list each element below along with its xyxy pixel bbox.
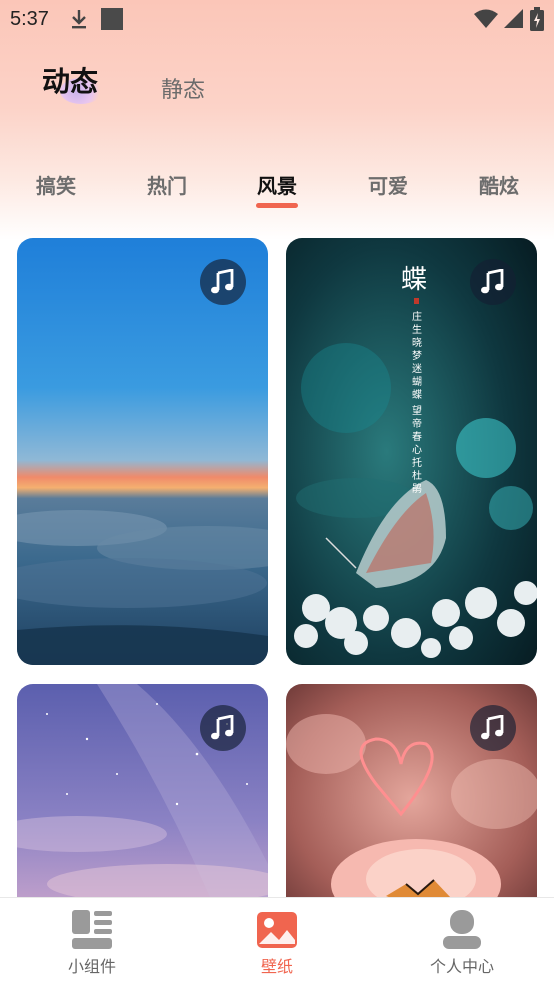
svg-text:生: 生	[412, 323, 422, 336]
music-badge	[470, 705, 516, 751]
nav-item-wallpaper[interactable]: 壁纸	[185, 898, 369, 984]
active-category-indicator	[256, 203, 298, 208]
svg-text:鹃: 鹃	[412, 482, 422, 495]
calligraphy-title: 蝶	[401, 265, 427, 295]
music-note-icon	[481, 269, 504, 294]
tab-static[interactable]: 静态	[161, 72, 205, 104]
nav-item-widgets[interactable]: 小组件	[0, 898, 184, 984]
wallpaper-card-rose-heart[interactable]	[286, 684, 537, 914]
category-tab-cool[interactable]: 酷炫	[454, 170, 544, 199]
bottom-navigation: 小组件 壁纸 个人中心	[0, 897, 554, 984]
svg-text:梦: 梦	[412, 350, 422, 362]
nav-item-profile[interactable]: 个人中心	[370, 898, 554, 984]
image-icon	[257, 912, 297, 948]
category-tabs: 搞笑 热门 风景 可爱 酷炫	[0, 170, 554, 210]
wallpaper-card-starry-sky[interactable]	[17, 684, 268, 914]
svg-text:帝: 帝	[412, 417, 422, 430]
nav-label-widgets: 小组件	[67, 957, 116, 976]
svg-text:望: 望	[412, 404, 422, 417]
widgets-icon	[72, 910, 112, 949]
battery-charging-icon	[530, 7, 544, 31]
category-tab-scenery[interactable]: 风景	[232, 170, 322, 199]
square-notification-icon	[100, 8, 123, 30]
nav-label-profile: 个人中心	[429, 957, 494, 976]
category-tab-funny[interactable]: 搞笑	[11, 170, 101, 199]
svg-text:春: 春	[412, 431, 422, 443]
music-badge	[200, 705, 246, 751]
signal-icon	[504, 9, 523, 28]
svg-text:托: 托	[412, 456, 422, 469]
music-note-icon	[211, 269, 234, 294]
download-icon	[71, 10, 86, 29]
svg-text:蝴: 蝴	[412, 376, 422, 388]
wifi-icon	[474, 9, 498, 28]
person-icon	[443, 910, 481, 949]
wallpaper-card-butterfly[interactable]: 蝶 庄生晓 梦迷蝴 蝶 望帝春 心托杜 鹃	[286, 238, 537, 665]
tab-dynamic[interactable]: 动态	[42, 60, 98, 100]
status-bar: 5:37	[0, 0, 554, 38]
status-time: 5:37	[10, 7, 49, 30]
wallpaper-card-sky-clouds[interactable]	[17, 238, 268, 665]
category-tab-popular[interactable]: 热门	[122, 170, 212, 199]
music-badge	[470, 259, 516, 305]
nav-label-wallpaper: 壁纸	[260, 957, 293, 976]
svg-text:心: 心	[412, 444, 422, 456]
main-tabs: 动态 静态	[0, 58, 554, 118]
music-note-icon	[481, 715, 504, 740]
svg-text:晓: 晓	[412, 337, 422, 349]
music-note-icon	[211, 715, 234, 740]
svg-text:迷: 迷	[412, 363, 422, 375]
music-badge	[200, 259, 246, 305]
svg-text:杜: 杜	[412, 469, 422, 482]
svg-text:蝶: 蝶	[412, 388, 422, 401]
svg-text:庄: 庄	[412, 310, 422, 323]
category-tab-cute[interactable]: 可爱	[343, 170, 433, 199]
